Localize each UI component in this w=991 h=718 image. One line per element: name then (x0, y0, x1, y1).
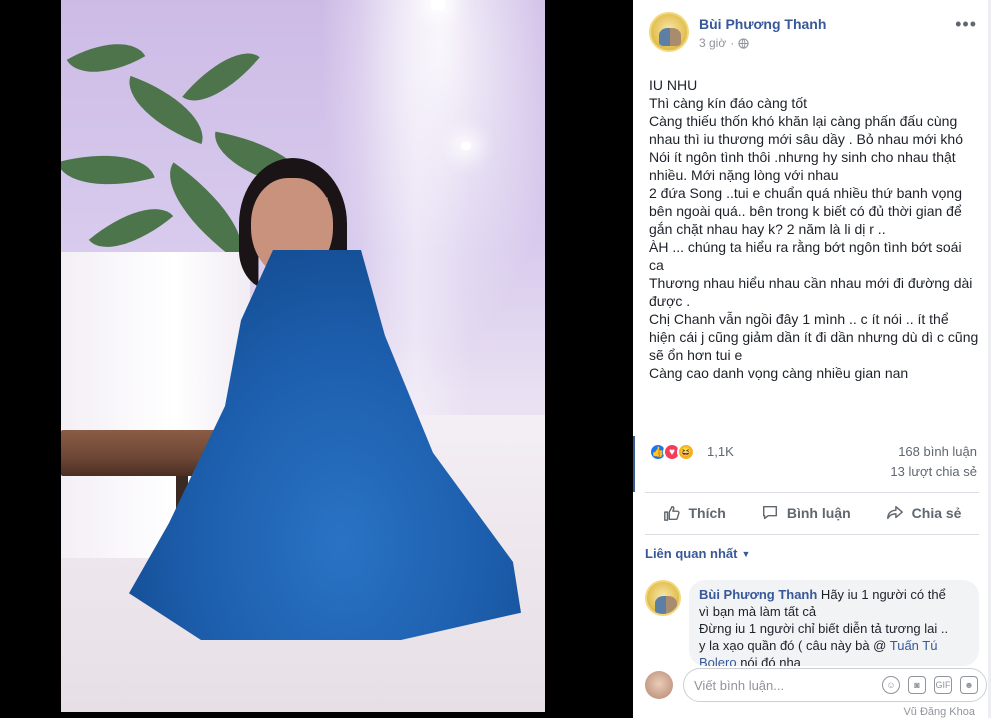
post-line: gắn chặt nhau hay k? 2 năm là li dị r .. (649, 221, 886, 237)
share-button[interactable]: Chia sẻ (886, 504, 962, 522)
thumbs-up-icon (663, 505, 680, 521)
post-line: Thì càng kín đáo càng tốt (649, 95, 807, 111)
post-line: Càng cao danh vọng càng nhiều gian nan (649, 365, 909, 381)
divider (645, 492, 979, 493)
post-line: 2 đứa Song ..tui e chuẩn quá nhiều thứ b… (649, 185, 962, 201)
post-line: bên ngoài quá.. bên trong k biết có đủ t… (649, 203, 962, 219)
comment-composer: Viết bình luận... ☺ ◙ GIF ☻ (645, 668, 987, 702)
reaction-icons[interactable]: 👍 ♥ 😆 (649, 443, 695, 461)
ceiling-lamp (431, 0, 445, 10)
gif-icon[interactable]: GIF (934, 676, 952, 694)
action-bar: Thích Bình luận Chia sẻ (645, 498, 979, 528)
comment-sort-dropdown[interactable]: Liên quan nhất ▼ (645, 546, 750, 561)
camera-icon[interactable]: ◙ (908, 676, 926, 694)
comment-text: Hãy iu 1 người có thể (817, 587, 946, 602)
viewer-avatar (645, 671, 673, 699)
post-line: nhiều. Mới nặng lòng với nhau (649, 167, 839, 183)
comment-count[interactable]: 168 bình luận (898, 444, 977, 459)
post-panel: Bùi Phương Thanh 3 giờ · ••• IU NHU Thì … (633, 0, 991, 718)
comment-placeholder: Viết bình luận... (694, 677, 785, 693)
post-line: Thương nhau hiểu nhau cần nhau mới đi đư… (649, 275, 973, 291)
post-line: Nói ít ngôn tình thôi .nhưng hy sinh cho… (649, 149, 956, 165)
like-label: Thích (688, 505, 726, 521)
post-header: Bùi Phương Thanh 3 giờ · (649, 12, 826, 52)
comment-item: Bùi Phương Thanh Hãy iu 1 người có thể v… (645, 580, 979, 666)
author-block: Bùi Phương Thanh 3 giờ · (699, 16, 826, 52)
post-line: ÀH ... chúng ta hiểu ra rằng bớt ngôn tì… (649, 239, 962, 255)
comment-input[interactable]: Viết bình luận... ☺ ◙ GIF ☻ (683, 668, 987, 702)
caret-down-icon: ▼ (741, 548, 751, 559)
comment-text: nói đó nha (736, 655, 801, 666)
peek-name: Vũ Đăng Khoa (903, 706, 975, 718)
comment-button[interactable]: Bình luận (761, 504, 851, 522)
next-comment-peek: Vũ Đăng Khoa (633, 706, 991, 718)
post-line: sẽ ổn hơn tui e (649, 347, 743, 363)
comment-bubble: Bùi Phương Thanh Hãy iu 1 người có thể v… (689, 580, 979, 666)
share-label: Chia sẻ (911, 505, 962, 521)
dot-separator: · (730, 36, 735, 50)
post-line: nhau thì iu thương mới sâu dầy . Bỏ nhau… (649, 131, 963, 147)
emoji-icon[interactable]: ☺ (882, 676, 900, 694)
plant-leaf (182, 35, 260, 119)
reactions-summary: 👍 ♥ 😆 1,1K 168 bình luận 13 lượt chia sẻ (649, 438, 977, 488)
wall-lamp (461, 142, 471, 150)
plant-leaf (61, 139, 155, 201)
more-options-button[interactable]: ••• (955, 14, 977, 35)
post-time[interactable]: 3 giờ (699, 36, 726, 50)
post-line: ca (649, 257, 664, 273)
share-count[interactable]: 13 lượt chia sẻ (890, 464, 977, 479)
post-line: Càng thiếu thốn khó khăn lại càng phấn đ… (649, 113, 958, 129)
comment-icon (762, 505, 777, 520)
composer-icons: ☺ ◙ GIF ☻ (882, 676, 978, 694)
post-line: IU NHU (649, 77, 698, 93)
author-name[interactable]: Bùi Phương Thanh (699, 16, 826, 32)
post-meta: 3 giờ · (699, 36, 826, 50)
post-line: hiện cái j cũng giảm dần ít đi dần nhưng… (649, 329, 979, 345)
post-photo[interactable] (61, 0, 545, 712)
comment-text: Đừng iu 1 người chỉ biết diễn tả tương l… (699, 621, 949, 636)
comment-text: y la xạo quần đó ( câu này bà @ (699, 638, 890, 653)
haha-reaction-icon: 😆 (677, 443, 695, 461)
post-line: được . (649, 293, 691, 309)
reaction-count[interactable]: 1,1K (707, 444, 734, 459)
sort-label: Liên quan nhất (645, 546, 738, 561)
author-avatar[interactable] (649, 12, 689, 52)
focus-accent (633, 436, 635, 492)
comment-text: vì bạn mà làm tất cả (699, 604, 817, 619)
globe-icon[interactable] (738, 37, 749, 49)
comment-label: Bình luận (786, 505, 851, 521)
divider (645, 534, 979, 535)
sticker-icon[interactable]: ☻ (960, 676, 978, 694)
share-icon (886, 505, 903, 520)
photo-viewer (0, 0, 633, 718)
commenter-name[interactable]: Bùi Phương Thanh (699, 587, 817, 602)
post-line: Chị Chanh vẫn ngồi đây 1 mình .. c ít nó… (649, 311, 949, 327)
commenter-avatar[interactable] (645, 580, 681, 616)
like-button[interactable]: Thích (663, 504, 726, 522)
post-text: IU NHU Thì càng kín đáo càng tốt Càng th… (649, 76, 979, 382)
